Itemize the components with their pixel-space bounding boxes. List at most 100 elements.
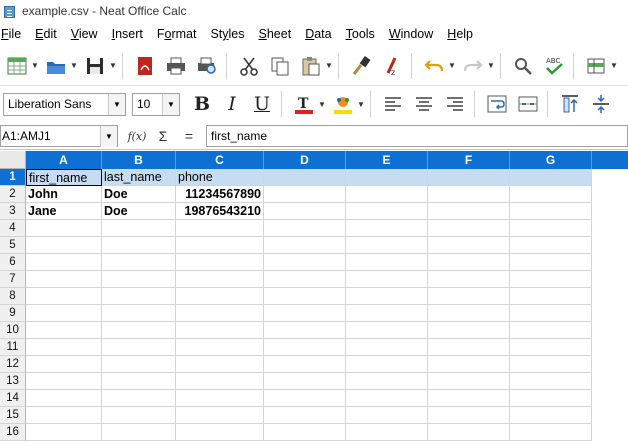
font-color-dropdown[interactable]: ▼: [318, 90, 326, 118]
cell-c4[interactable]: [176, 220, 264, 237]
row-header[interactable]: 5: [0, 237, 26, 254]
equals-icon[interactable]: =: [178, 125, 200, 147]
cell-b2[interactable]: Doe: [102, 186, 176, 203]
row-header[interactable]: 1: [0, 169, 26, 186]
align-left-icon[interactable]: [379, 90, 407, 118]
cell-b6[interactable]: [102, 254, 176, 271]
cell-f8[interactable]: [428, 288, 510, 305]
cell-e16[interactable]: [346, 424, 428, 441]
align-top-icon[interactable]: [556, 90, 584, 118]
row-header[interactable]: 10: [0, 322, 26, 339]
paste-dropdown[interactable]: ▼: [325, 52, 333, 80]
cell-e4[interactable]: [346, 220, 428, 237]
select-all-corner[interactable]: [0, 151, 26, 169]
column-header-f[interactable]: F: [428, 151, 510, 169]
underline-button[interactable]: U: [248, 91, 276, 117]
copy-icon[interactable]: [266, 52, 294, 80]
font-color-icon[interactable]: T: [290, 90, 318, 118]
cell-a11[interactable]: [26, 339, 102, 356]
cell-e6[interactable]: [346, 254, 428, 271]
cell-g7[interactable]: [510, 271, 592, 288]
cell-c3[interactable]: 19876543210: [176, 203, 264, 220]
open-dropdown[interactable]: ▼: [70, 52, 78, 80]
cell-a14[interactable]: [26, 390, 102, 407]
cell-c16[interactable]: [176, 424, 264, 441]
paste-icon[interactable]: [297, 52, 325, 80]
font-size-box[interactable]: 10 ▼: [132, 92, 180, 116]
insert-rows-icon[interactable]: [582, 52, 610, 80]
cell-e1[interactable]: [346, 169, 428, 186]
cell-a3[interactable]: Jane: [26, 203, 102, 220]
chevron-down-icon[interactable]: ▼: [162, 93, 179, 115]
cell-c2[interactable]: 11234567890: [176, 186, 264, 203]
function-wizard-icon[interactable]: f(x): [126, 125, 148, 147]
cell-f12[interactable]: [428, 356, 510, 373]
menu-file[interactable]: File: [1, 27, 21, 41]
highlight-color-dropdown[interactable]: ▼: [357, 90, 365, 118]
cell-b16[interactable]: [102, 424, 176, 441]
cell-e12[interactable]: [346, 356, 428, 373]
row-header[interactable]: 7: [0, 271, 26, 288]
cell-d16[interactable]: [264, 424, 346, 441]
cell-d11[interactable]: [264, 339, 346, 356]
cell-a16[interactable]: [26, 424, 102, 441]
print-preview-icon[interactable]: [193, 52, 221, 80]
cell-b11[interactable]: [102, 339, 176, 356]
cell-a15[interactable]: [26, 407, 102, 424]
bold-button[interactable]: B: [188, 91, 216, 117]
row-header[interactable]: 14: [0, 390, 26, 407]
menu-format[interactable]: Format: [157, 27, 197, 41]
row-header[interactable]: 15: [0, 407, 26, 424]
cell-d3[interactable]: [264, 203, 346, 220]
cell-f7[interactable]: [428, 271, 510, 288]
merge-cells-icon[interactable]: [514, 90, 542, 118]
cell-e13[interactable]: [346, 373, 428, 390]
cell-a2[interactable]: John: [26, 186, 102, 203]
save-icon[interactable]: [81, 52, 109, 80]
cell-c9[interactable]: [176, 305, 264, 322]
row-header[interactable]: 6: [0, 254, 26, 271]
column-header-e[interactable]: E: [346, 151, 428, 169]
cell-c8[interactable]: [176, 288, 264, 305]
row-header[interactable]: 13: [0, 373, 26, 390]
cell-f13[interactable]: [428, 373, 510, 390]
cell-g12[interactable]: [510, 356, 592, 373]
cell-a13[interactable]: [26, 373, 102, 390]
insert-rows-dropdown[interactable]: ▼: [610, 52, 618, 80]
column-header-d[interactable]: D: [264, 151, 346, 169]
cell-g15[interactable]: [510, 407, 592, 424]
open-folder-icon[interactable]: [42, 52, 70, 80]
cell-g9[interactable]: [510, 305, 592, 322]
cell-e2[interactable]: [346, 186, 428, 203]
cell-f16[interactable]: [428, 424, 510, 441]
cell-a12[interactable]: [26, 356, 102, 373]
cell-b13[interactable]: [102, 373, 176, 390]
cell-f5[interactable]: [428, 237, 510, 254]
cell-g3[interactable]: [510, 203, 592, 220]
menu-data[interactable]: Data: [305, 27, 331, 41]
find-replace-icon[interactable]: [509, 52, 537, 80]
menu-view[interactable]: View: [71, 27, 98, 41]
column-header-b[interactable]: B: [102, 151, 176, 169]
cell-a5[interactable]: [26, 237, 102, 254]
cell-e7[interactable]: [346, 271, 428, 288]
cell-g10[interactable]: [510, 322, 592, 339]
menu-insert[interactable]: Insert: [112, 27, 143, 41]
cell-d2[interactable]: [264, 186, 346, 203]
cell-b10[interactable]: [102, 322, 176, 339]
cell-e8[interactable]: [346, 288, 428, 305]
cell-f15[interactable]: [428, 407, 510, 424]
cell-f2[interactable]: [428, 186, 510, 203]
cell-b3[interactable]: Doe: [102, 203, 176, 220]
new-dropdown[interactable]: ▼: [31, 52, 39, 80]
cell-e5[interactable]: [346, 237, 428, 254]
cell-b8[interactable]: [102, 288, 176, 305]
cell-e9[interactable]: [346, 305, 428, 322]
column-header-g[interactable]: G: [510, 151, 592, 169]
column-header-a[interactable]: A: [26, 151, 102, 169]
cell-g6[interactable]: [510, 254, 592, 271]
clone-formatting-icon[interactable]: [347, 52, 375, 80]
cell-g5[interactable]: [510, 237, 592, 254]
spellcheck-icon[interactable]: ABC: [540, 52, 568, 80]
align-right-icon[interactable]: [441, 90, 469, 118]
